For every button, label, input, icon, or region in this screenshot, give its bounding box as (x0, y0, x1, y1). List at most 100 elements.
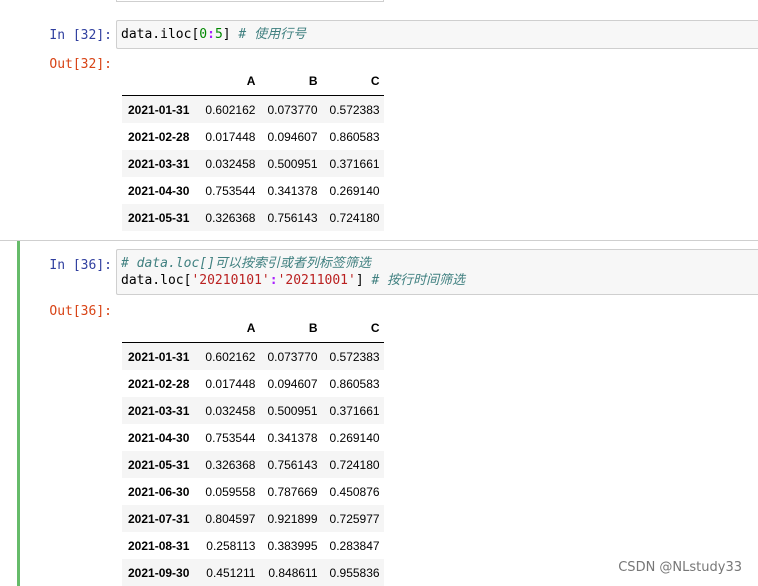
row-index: 2021-07-31 (128, 511, 190, 526)
dataframe-table: A B C 2021-01-31 0.602162 0.073770 0.572383… (122, 314, 384, 586)
table-cell: 0.572383 (329, 102, 380, 117)
table-cell: 0.059558 (205, 484, 256, 499)
code-string: '20210101' (191, 273, 270, 288)
output-prompt: Out[36]: (49, 304, 112, 319)
table-cell: 0.724180 (329, 457, 380, 472)
table-cell: 0.787669 (267, 484, 318, 499)
index-header (122, 314, 198, 343)
table-row: 2021-09-30 0.451211 0.848611 0.955836 (122, 559, 384, 586)
table-cell: 0.094607 (267, 376, 318, 391)
code-comment: # 按行时间筛选 (371, 273, 466, 288)
row-index: 2021-04-30 (128, 430, 190, 445)
table-cell: 0.269140 (329, 183, 380, 198)
row-index: 2021-05-31 (128, 210, 190, 225)
table-cell: 0.921899 (267, 511, 318, 526)
output-prompt: Out[32]: (49, 57, 112, 72)
code-operator: : (269, 273, 278, 288)
table-cell: 0.756143 (267, 457, 318, 472)
table-cell: 0.860583 (329, 376, 380, 391)
table-row: 2021-02-28 0.017448 0.094607 0.860583 (122, 370, 384, 397)
table-row: 2021-03-31 0.032458 0.500951 0.371661 (122, 150, 384, 177)
row-index: 2021-09-30 (128, 565, 190, 580)
table-cell: 0.017448 (205, 129, 256, 144)
column-header: C (321, 314, 384, 343)
column-header: B (259, 67, 322, 96)
input-prompt: In [32]: (49, 28, 112, 43)
table-cell: 0.451211 (206, 565, 256, 580)
row-index: 2021-05-31 (128, 457, 190, 472)
table-header-row: A B C (122, 67, 384, 96)
table-cell: 0.955836 (329, 565, 380, 580)
code-text: ] (222, 27, 239, 42)
table-cell: 0.371661 (329, 403, 380, 418)
table-cell: 0.073770 (267, 102, 318, 117)
table-header-row: A B C (122, 314, 384, 343)
row-index: 2021-08-31 (128, 538, 190, 553)
code-text: data.loc[ (121, 273, 192, 288)
code-input[interactable]: data.iloc[0:5] # 使用行号 (116, 20, 758, 49)
table-cell: 0.032458 (205, 403, 256, 418)
table-cell: 0.572383 (329, 349, 380, 364)
table-cell: 0.848611 (268, 565, 318, 580)
notebook-cell-32[interactable]: In [32]: data.iloc[0:5] # 使用行号 Out[32]: … (0, 20, 758, 238)
table-row: 2021-04-30 0.753544 0.341378 0.269140 (122, 424, 384, 451)
previous-output-edge (116, 0, 384, 2)
row-index: 2021-02-28 (128, 376, 190, 391)
table-cell: 0.341378 (267, 183, 318, 198)
index-header (122, 67, 198, 96)
table-row: 2021-01-31 0.602162 0.073770 0.572383 (122, 342, 384, 370)
code-operator: : (207, 27, 215, 42)
watermark: CSDN @NLstudy33 (618, 560, 742, 575)
table-cell: 0.383995 (267, 538, 318, 553)
code-input[interactable]: # data.loc[]可以按索引或者列标签筛选 data.loc['20210… (116, 249, 758, 295)
table-cell: 0.725977 (329, 511, 380, 526)
code-comment: # data.loc[]可以按索引或者列标签筛选 (121, 256, 371, 271)
row-index: 2021-01-31 (128, 349, 190, 364)
table-cell: 0.724180 (329, 210, 380, 225)
table-cell: 0.017448 (205, 376, 256, 391)
row-index: 2021-06-30 (128, 484, 190, 499)
code-text: data.iloc[ (121, 27, 200, 42)
code-number: 0 (199, 27, 208, 42)
table-cell: 0.756143 (267, 210, 318, 225)
table-cell: 0.602162 (205, 102, 256, 117)
table-cell: 0.326368 (205, 210, 256, 225)
table-cell: 0.804597 (205, 511, 256, 526)
column-header: A (197, 314, 260, 343)
row-index: 2021-03-31 (128, 403, 190, 418)
table-cell: 0.500951 (267, 403, 318, 418)
table-cell: 0.258113 (206, 538, 256, 553)
table-row: 2021-08-31 0.258113 0.383995 0.283847 (122, 532, 384, 559)
code-text: ] (355, 273, 372, 288)
table-cell: 0.371661 (329, 156, 380, 171)
table-row: 2021-06-30 0.059558 0.787669 0.450876 (122, 478, 384, 505)
table-cell: 0.094607 (267, 129, 318, 144)
input-prompt: In [36]: (49, 258, 112, 273)
column-header: B (259, 314, 322, 343)
table-row: 2021-01-31 0.602162 0.073770 0.572383 (122, 95, 384, 123)
column-header: C (321, 67, 384, 96)
row-index: 2021-01-31 (128, 102, 190, 117)
notebook-cell-36[interactable]: In [36]: # data.loc[]可以按索引或者列标签筛选 data.l… (0, 240, 758, 586)
table-row: 2021-04-30 0.753544 0.341378 0.269140 (122, 177, 384, 204)
table-cell: 0.269140 (329, 430, 380, 445)
table-row: 2021-07-31 0.804597 0.921899 0.725977 (122, 505, 384, 532)
column-header: A (197, 67, 260, 96)
table-cell: 0.326368 (205, 457, 256, 472)
table-row: 2021-05-31 0.326368 0.756143 0.724180 (122, 204, 384, 231)
dataframe-table: A B C 2021-01-31 0.602162 0.073770 0.572383… (122, 67, 384, 231)
table-cell: 0.450876 (329, 484, 380, 499)
table-cell: 0.032458 (205, 156, 256, 171)
table-row: 2021-02-28 0.017448 0.094607 0.860583 (122, 123, 384, 150)
table-cell: 0.500951 (267, 156, 318, 171)
code-comment: # 使用行号 (238, 27, 307, 42)
table-cell: 0.283847 (329, 538, 380, 553)
table-cell: 0.753544 (205, 430, 256, 445)
table-cell: 0.602162 (205, 349, 256, 364)
table-cell: 0.073770 (267, 349, 318, 364)
row-index: 2021-04-30 (128, 183, 190, 198)
row-index: 2021-03-31 (128, 156, 190, 171)
code-number: 5 (214, 27, 223, 42)
table-cell: 0.753544 (205, 183, 256, 198)
table-cell: 0.341378 (267, 430, 318, 445)
